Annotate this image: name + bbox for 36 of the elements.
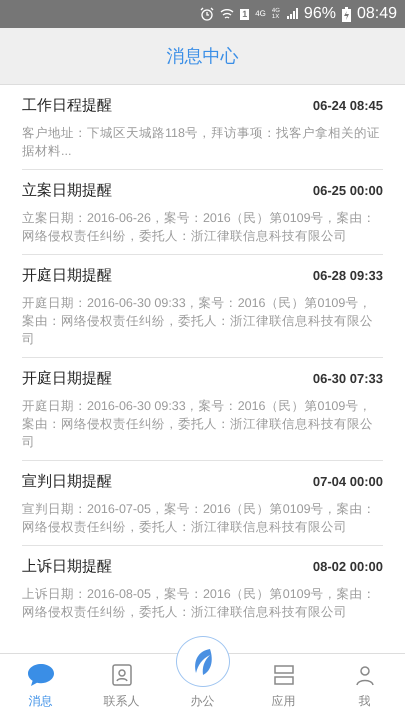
message-title: 宣判日期提醒	[22, 472, 112, 491]
message-time: 06-30 07:33	[312, 371, 383, 386]
signal-icon	[286, 8, 298, 20]
clock-time: 08:49	[356, 5, 397, 23]
message-time: 08-02 00:00	[312, 559, 383, 574]
apps-icon	[272, 663, 296, 687]
network-label: 4G	[255, 10, 266, 18]
tab[interactable]: 我	[324, 654, 405, 720]
tab[interactable]: 应用	[243, 654, 324, 720]
alarm-icon	[200, 7, 214, 21]
message-title: 开庭日期提醒	[22, 369, 112, 388]
battery-percent: 96%	[304, 5, 336, 23]
message-title: 开庭日期提醒	[22, 266, 112, 285]
message-title: 立案日期提醒	[22, 181, 112, 200]
message-time: 07-04 00:00	[312, 474, 383, 489]
message-text: 开庭日期：2016-06-30 09:33，案号：2016（民）第0109号，案由：网络侵权责任纠纷，委托人：浙江律联信息科技有限公司	[22, 398, 374, 451]
battery-icon	[342, 6, 351, 22]
office-button[interactable]	[176, 636, 230, 687]
message-text: 客户地址：下城区天城路118号，拜访事项：找客户拿相关的证据材料...	[22, 125, 381, 160]
message-time: 06-25 00:00	[312, 183, 383, 198]
sim-label: 1	[240, 8, 250, 20]
message-time: 06-28 09:33	[312, 268, 383, 283]
chat-bubble-icon	[26, 663, 54, 687]
tab[interactable]: 联系人	[81, 654, 162, 720]
message-text: 宣判日期：2016-07-05，案号：2016（民）第0109号，案由：网络侵权责任纠纷，委托人：浙江律联信息科技有限公司	[22, 501, 377, 536]
tab[interactable]: 消息	[0, 654, 81, 720]
message-text: 上诉日期：2016-08-05，案号：2016（民）第0109号，案由：网络侵权责任纠纷，委托人：浙江律联信息科技有限公司	[22, 586, 377, 621]
message-title: 上诉日期提醒	[22, 557, 112, 576]
message-text: 开庭日期：2016-06-30 09:33，案号：2016（民）第0109号，案由：网络侵权责任纠纷，委托人：浙江律联信息科技有限公司	[22, 295, 374, 348]
message-text: 立案日期：2016-06-26，案号：2016（民）第0109号，案由：网络侵权责任纠纷，委托人：浙江律联信息科技有限公司	[22, 210, 377, 245]
page-title: 消息中心	[166, 45, 238, 68]
message-time: 06-24 08:45	[312, 98, 383, 113]
contacts-icon	[110, 663, 134, 687]
tab[interactable]: 办公	[162, 636, 243, 720]
message-title: 工作日程提醒	[22, 96, 112, 115]
wifi-icon	[220, 7, 234, 21]
